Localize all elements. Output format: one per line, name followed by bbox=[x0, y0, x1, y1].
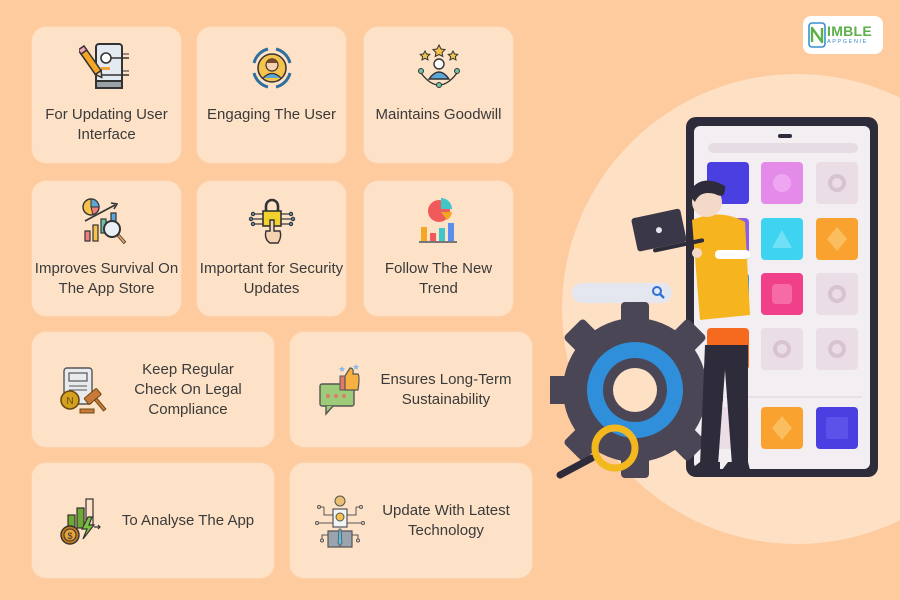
card-long-term-sustainability: Ensures Long-Term Sustainability bbox=[290, 332, 532, 447]
svg-text:N: N bbox=[66, 396, 73, 407]
card-security-updates: Important for Security Updates bbox=[197, 181, 346, 316]
card-label: For Updating User Interface bbox=[45, 106, 168, 143]
developer-with-phone-illustration bbox=[550, 117, 878, 479]
thumbs-up-feedback-icon bbox=[319, 363, 360, 416]
card-label: Ensures Long-Term Sustainability bbox=[380, 370, 512, 408]
card-label: Important for Security Updates bbox=[199, 260, 344, 297]
svg-text:$: $ bbox=[67, 531, 72, 541]
logo-sub-text: APPGENIE bbox=[827, 39, 868, 46]
user-stars-icon bbox=[417, 43, 460, 88]
card-label: Keep Regular Check On Legal Compliance bbox=[134, 360, 242, 418]
search-bar bbox=[572, 283, 672, 303]
logo-main-text: IMBLE bbox=[827, 23, 873, 40]
card-label: Maintains Goodwill bbox=[375, 106, 502, 123]
card-label: Engaging The User bbox=[207, 106, 336, 123]
analytics-search-icon bbox=[81, 198, 126, 245]
card-label: Improves Survival On The App Store bbox=[34, 260, 179, 297]
trend-chart-icon bbox=[418, 198, 457, 243]
card-label: Follow The New Trend bbox=[384, 260, 493, 297]
card-engaging-user: Engaging The User bbox=[197, 27, 346, 163]
brand-logo[interactable]: IMBLE APPGENIE bbox=[803, 16, 883, 54]
user-engagement-icon bbox=[252, 47, 291, 89]
mobile-ui-edit-icon bbox=[78, 43, 129, 89]
card-label: To Analyse The App bbox=[121, 511, 255, 529]
card-updating-ui: For Updating User Interface bbox=[32, 27, 181, 163]
revenue-growth-icon: $ bbox=[60, 497, 101, 545]
card-latest-technology: Update With Latest Technology bbox=[290, 463, 532, 578]
card-analyse-app: $ To Analyse The App bbox=[32, 463, 274, 578]
tech-person-icon bbox=[315, 495, 365, 548]
phone-n-logo-icon bbox=[808, 22, 826, 48]
legal-document-gavel-icon: N bbox=[60, 366, 107, 413]
card-legal-compliance: N Keep Regular Check On Legal Compliance bbox=[32, 332, 274, 447]
card-maintains-goodwill: Maintains Goodwill bbox=[364, 27, 513, 163]
card-label: Update With Latest Technology bbox=[382, 501, 510, 539]
card-follow-trend: Follow The New Trend bbox=[364, 181, 513, 316]
security-lock-icon bbox=[248, 198, 295, 244]
card-improves-survival: Improves Survival On The App Store bbox=[32, 181, 181, 316]
